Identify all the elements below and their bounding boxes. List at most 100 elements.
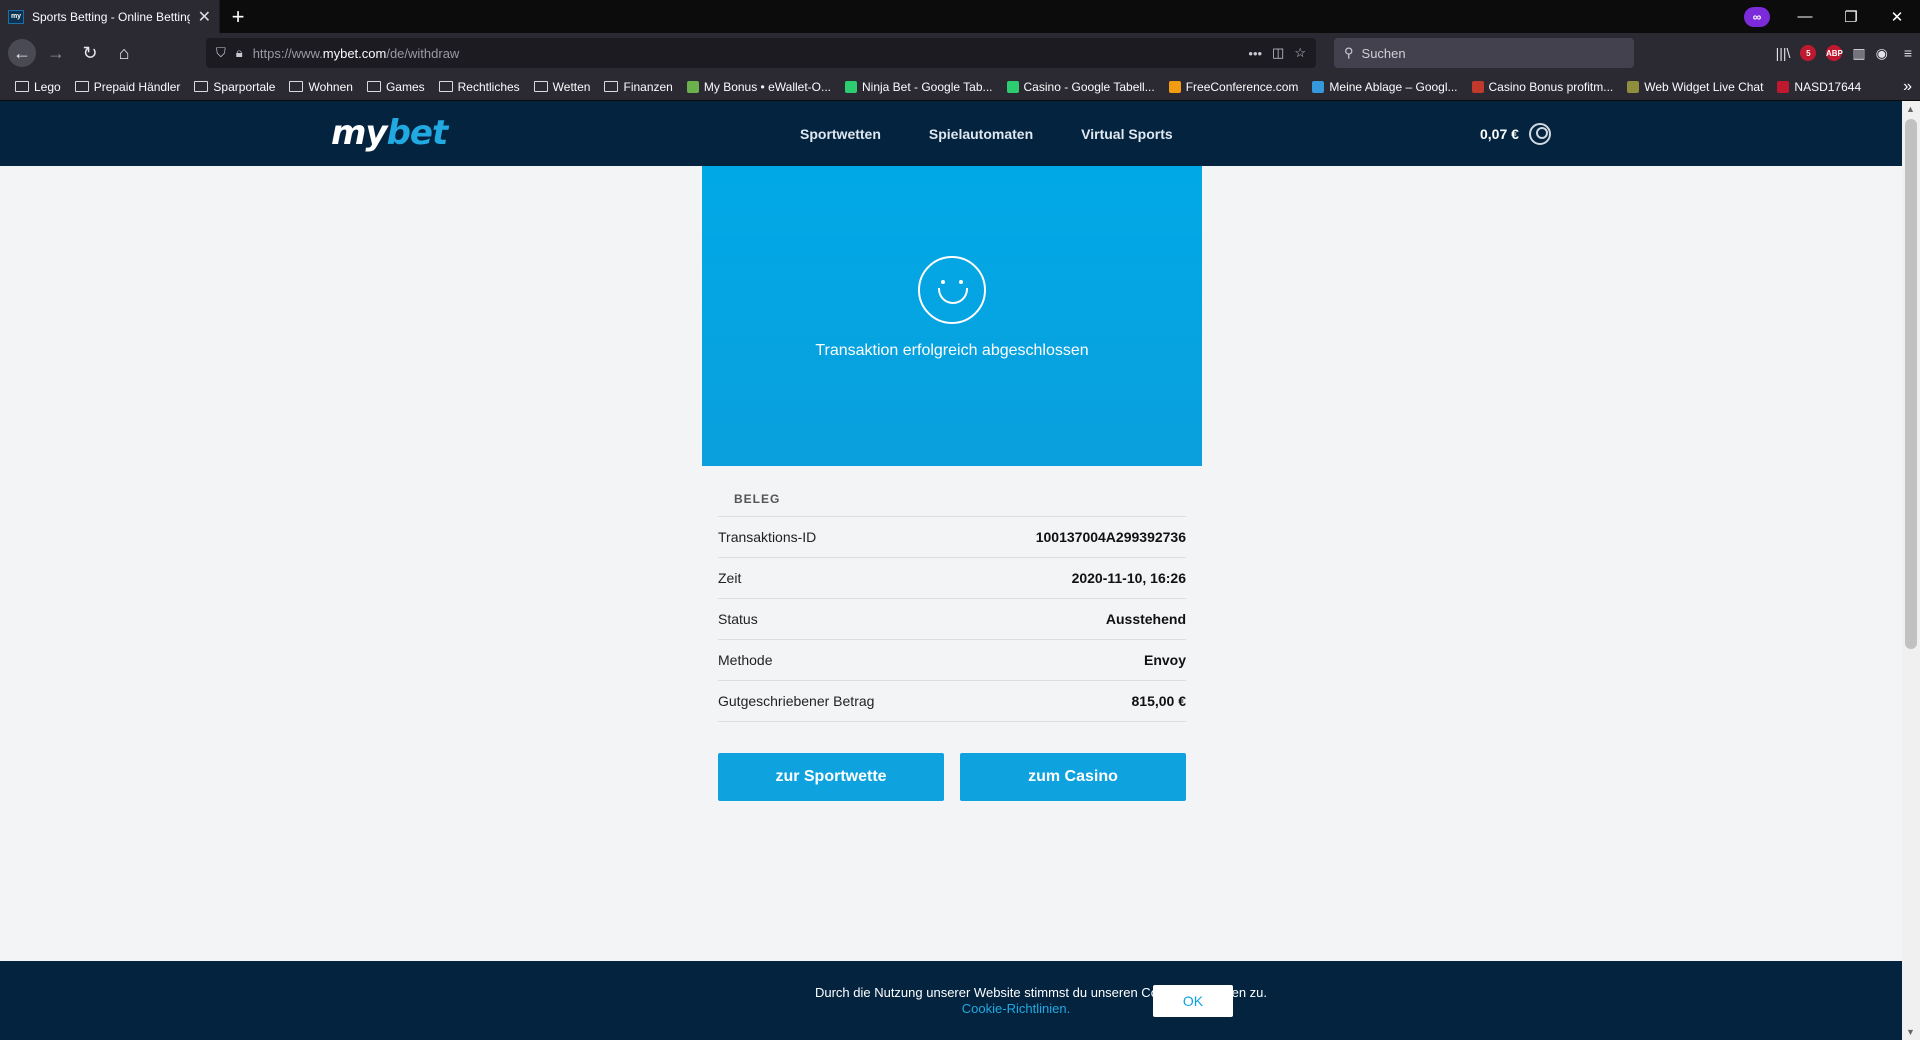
bookmark-item[interactable]: Sparportale [187,80,282,94]
bookmark-favicon-icon [844,80,857,93]
bookmark-favicon-icon [1168,80,1181,93]
bookmark-item[interactable]: NASD17644 [1770,80,1868,94]
adblock-plus-icon[interactable]: ABP [1826,45,1843,61]
success-message: Transaktion erfolgreich abgeschlossen [815,342,1089,359]
bookmark-label: Wohnen [308,79,353,94]
receipt-label: BELEG [718,482,1186,517]
bookmark-item[interactable]: Web Widget Live Chat [1620,80,1770,94]
bookmark-item[interactable]: Games [360,80,432,94]
site-header: mybet Sportwetten Spielautomaten Virtual… [0,101,1902,166]
bookmark-item[interactable]: Prepaid Händler [68,80,188,94]
casino-button[interactable]: zum Casino [960,753,1186,801]
bookmark-favicon-icon [1627,80,1640,93]
shield-icon[interactable]: ⛉ [216,45,226,61]
row-value: 815,00 € [1131,693,1187,709]
cookie-ok-button[interactable]: OK [1153,984,1233,1017]
balance-amount[interactable]: 0,07 € [1480,126,1519,142]
page-actions-icon[interactable]: ••• [1248,46,1262,61]
mybet-logo[interactable]: mybet [331,113,448,153]
bookmark-favicon-icon [1312,80,1325,93]
sidebar-icon[interactable]: ▥ [1852,45,1865,62]
ublock-icon[interactable]: 5 [1800,45,1817,61]
more-bookmarks-icon[interactable]: » [1903,78,1912,96]
tab-bar: my Sports Betting - Online Betting ✕ + ∞… [0,0,1920,33]
bookmark-item[interactable]: Finanzen [597,80,679,94]
forward-icon[interactable]: → [42,39,70,67]
folder-icon [74,81,89,92]
receipt-row: Transaktions-ID 100137004A299392736 [718,517,1186,558]
folder-icon [289,81,304,92]
folder-icon [366,81,381,92]
cookie-banner: Durch die Nutzung unserer Website stimms… [0,961,1902,1040]
bookmark-star-icon[interactable]: ☆ [1294,45,1306,61]
nav-virtual-sports[interactable]: Virtual Sports [1081,126,1173,142]
search-input[interactable]: ⚲ Suchen [1334,38,1634,68]
bookmark-label: My Bonus • eWallet-O... [703,79,831,94]
folder-icon [604,81,619,92]
restore-icon[interactable]: ❐ [1828,8,1874,26]
tab-title: Sports Betting - Online Betting [32,9,190,24]
back-icon[interactable]: ← [8,39,36,67]
close-tab-icon[interactable]: ✕ [198,7,211,27]
bookmark-label: Prepaid Händler [93,79,181,94]
bookmark-item[interactable]: My Bonus • eWallet-O... [680,80,838,94]
row-key: Zeit [718,570,742,586]
bookmark-item[interactable]: Casino - Google Tabell... [1000,80,1162,94]
new-tab-icon[interactable]: + [220,4,256,30]
bookmark-favicon-icon [1006,80,1019,93]
nav-spielautomaten[interactable]: Spielautomaten [929,126,1033,142]
private-mask-icon: ∞ [1744,6,1770,27]
user-icon[interactable] [1528,122,1551,145]
row-value: Envoy [1143,652,1186,668]
bookmark-item[interactable]: FreeConference.com [1162,80,1306,94]
pocket-icon[interactable]: ◫ [1272,45,1284,61]
reload-icon[interactable]: ↻ [76,39,104,67]
bookmark-label: Casino Bonus profitm... [1488,79,1614,94]
bookmark-item[interactable]: Wohnen [282,80,359,94]
bookmark-label: Casino - Google Tabell... [1023,79,1155,94]
url-bar[interactable]: ⛉ 🔒︎ https://www.mybet.com/de/withdraw •… [206,38,1316,68]
scrollbar-thumb[interactable] [1905,119,1917,649]
bookmark-item[interactable]: Rechtliches [432,80,527,94]
bookmark-favicon-icon [1777,80,1790,93]
browser-tab[interactable]: my Sports Betting - Online Betting ✕ [0,0,220,33]
bookmark-item[interactable]: Lego [8,80,68,94]
scroll-down-icon[interactable]: ▼ [1906,1027,1915,1037]
lock-icon[interactable]: 🔒︎ [236,45,243,61]
sportwette-button[interactable]: zur Sportwette [718,753,944,801]
row-value: 2020-11-10, 16:26 [1071,570,1186,586]
nav-sportwetten[interactable]: Sportwetten [800,126,881,142]
receipt-row: Methode Envoy [718,640,1186,681]
page-content: mybet Sportwetten Spielautomaten Virtual… [0,101,1902,1040]
navigation-toolbar: ← → ↻ ⌂ ⛉ 🔒︎ https://www.mybet.com/de/wi… [0,33,1920,73]
account-icon[interactable]: ◉ [1876,45,1888,62]
bookmark-label: Games [385,79,425,94]
close-window-icon[interactable]: ✕ [1874,8,1920,26]
scroll-up-icon[interactable]: ▲ [1906,104,1915,114]
menu-icon[interactable]: ≡ [1904,45,1912,61]
bookmark-item[interactable]: Wetten [527,80,598,94]
minimize-icon[interactable]: — [1782,8,1828,25]
url-text: https://www.mybet.com/de/withdraw [252,45,460,61]
folder-icon [438,81,453,92]
bookmark-label: NASD17644 [1794,79,1862,94]
home-icon[interactable]: ⌂ [110,39,138,67]
row-value: Ausstehend [1105,611,1186,627]
library-icon[interactable]: |||\ [1776,45,1791,61]
bookmark-label: Sparportale [213,79,276,94]
bookmarks-bar: Lego Prepaid Händler Sparportale Wohnen Game… [0,73,1920,101]
bookmark-item[interactable]: Meine Ablage – Googl... [1305,80,1464,94]
bookmark-label: Finanzen [623,79,673,94]
scrollbar[interactable]: ▲ ▼ [1902,101,1920,1040]
receipt-row: Gutgeschriebener Betrag 815,00 € [718,681,1186,722]
bookmark-item[interactable]: Casino Bonus profitm... [1465,80,1621,94]
bookmark-label: Ninja Bet - Google Tab... [861,79,993,94]
folder-icon [533,81,548,92]
bookmark-label: Rechtliches [457,79,520,94]
success-panel: Transaktion erfolgreich abgeschlossen [702,166,1202,466]
folder-icon [15,81,29,92]
receipt-row: Status Ausstehend [718,599,1186,640]
row-key: Transaktions-ID [718,529,817,545]
bookmark-item[interactable]: Ninja Bet - Google Tab... [838,80,1000,94]
row-key: Status [718,611,758,627]
